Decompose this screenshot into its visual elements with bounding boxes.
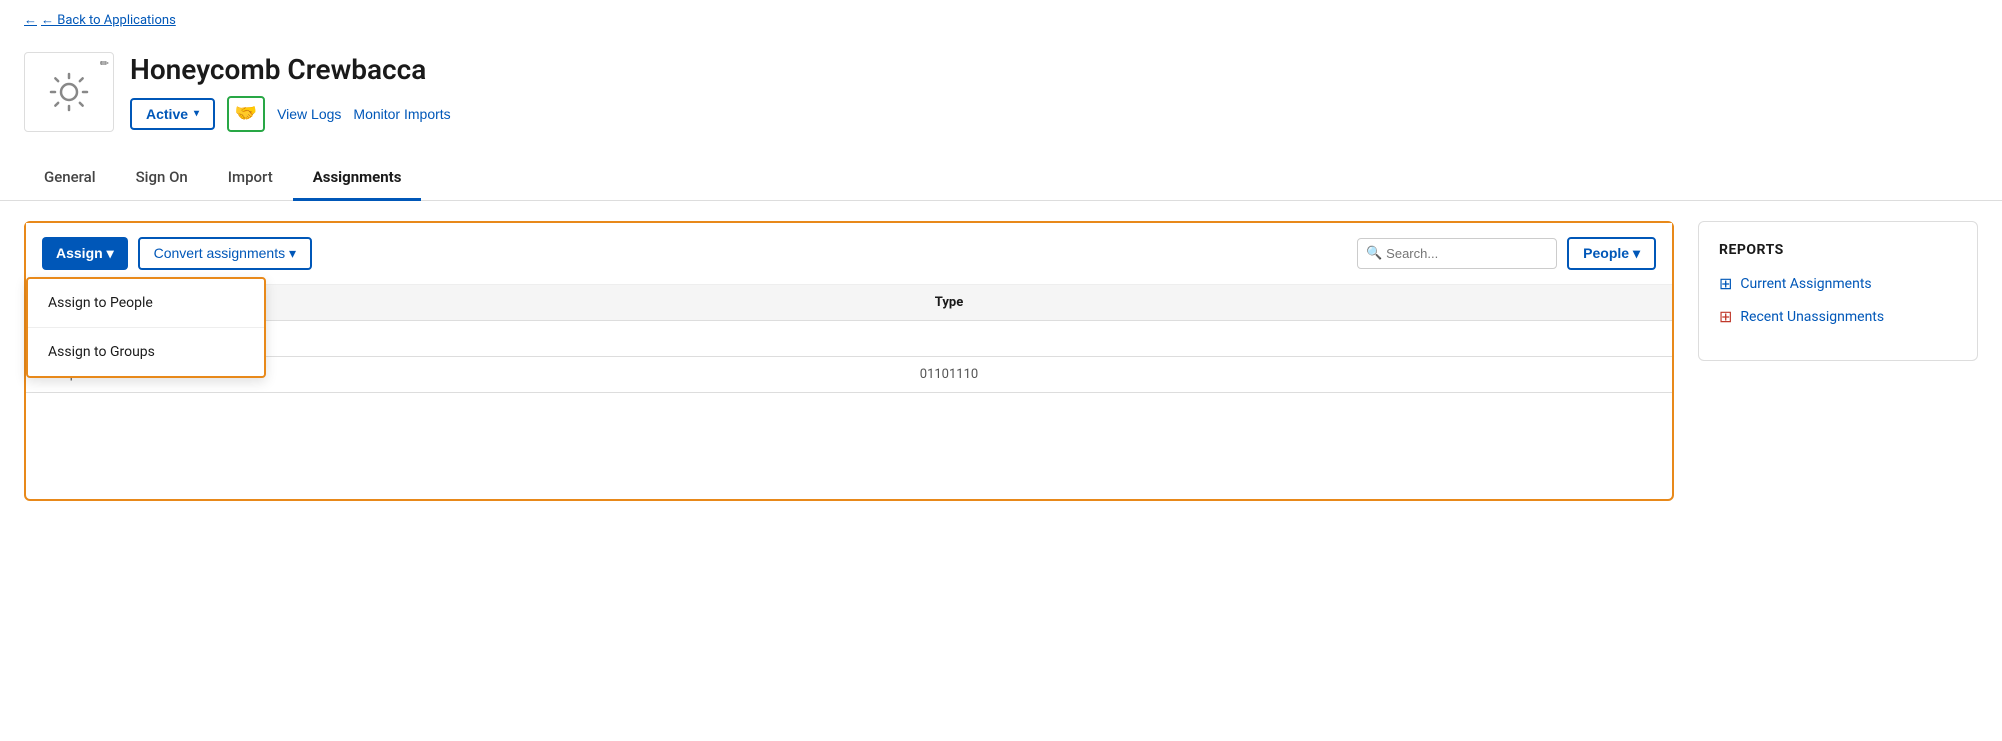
convert-label: Convert assignments ▾ [154,245,296,262]
handshake-button[interactable]: 🤝 [227,96,265,132]
app-header-info: Honeycomb Crewbacca Active ▾ 🤝 View Logs… [130,53,451,132]
assign-to-people-item[interactable]: Assign to People [28,279,264,328]
assign-label: Assign ▾ [56,245,114,262]
back-arrow-icon: ← [24,12,37,28]
search-icon: 🔍 [1366,246,1382,261]
back-nav-label: ← Back to Applications [41,12,176,28]
app-actions: Active ▾ 🤝 View Logs Monitor Imports [130,96,451,132]
app-icon-box: ✏ [24,52,114,132]
tab-assignments[interactable]: Assignments [293,156,422,201]
tabs-bar: General Sign On Import Assignments [0,156,2002,201]
row-value-1: 01101110 [242,367,1656,382]
table-row: Pe… [26,321,1672,357]
status-active-button[interactable]: Active ▾ [130,98,215,130]
convert-assignments-button[interactable]: Convert assignments ▾ [138,237,312,270]
reports-panel: REPORTS ⊞ Current Assignments ⊞ Recent U… [1698,221,1978,501]
table-header-row: Fi… Type [26,285,1672,321]
view-logs-button[interactable]: View Logs [277,106,341,122]
col-type-header: Type [242,295,1656,310]
status-active-label: Active [146,106,188,122]
current-assignments-item[interactable]: ⊞ Current Assignments [1719,274,1957,293]
assignments-panel: Assign ▾ Convert assignments ▾ 🔍 People … [24,221,1674,501]
people-label: People ▾ [1583,245,1640,262]
table-row: Groups 01101110 [26,357,1672,393]
assign-dropdown-menu: Assign to People Assign to Groups [26,277,266,378]
edit-icon-button[interactable]: ✏ [100,57,109,70]
handshake-icon: 🤝 [235,103,257,124]
chevron-down-icon: ▾ [194,108,199,119]
toolbar-row: Assign ▾ Convert assignments ▾ 🔍 People … [26,223,1672,285]
reports-title: REPORTS [1719,242,1957,258]
search-input-wrap: 🔍 [1357,238,1557,269]
recent-unassignments-icon: ⊞ [1719,307,1732,326]
tab-import[interactable]: Import [208,156,293,201]
assign-button[interactable]: Assign ▾ [42,237,128,270]
recent-unassignments-item[interactable]: ⊞ Recent Unassignments [1719,307,1957,326]
search-input[interactable] [1357,238,1557,269]
assign-to-groups-item[interactable]: Assign to Groups [28,328,264,376]
app-header: ✏ Honeycomb Crewbacca Active ▾ 🤝 View Lo… [0,40,2002,148]
back-to-applications[interactable]: ← ← Back to Applications [0,0,2002,40]
search-container: 🔍 People ▾ [1357,237,1656,270]
app-title: Honeycomb Crewbacca [130,53,451,86]
people-filter-button[interactable]: People ▾ [1567,237,1656,270]
current-assignments-link[interactable]: Current Assignments [1740,276,1871,292]
recent-unassignments-link[interactable]: Recent Unassignments [1740,309,1884,325]
tab-general[interactable]: General [24,156,116,201]
tab-sign-on[interactable]: Sign On [116,156,208,201]
main-content: Assign ▾ Convert assignments ▾ 🔍 People … [0,201,2002,521]
reports-box: REPORTS ⊞ Current Assignments ⊞ Recent U… [1698,221,1978,361]
table-area: Fi… Type Pe… Groups 01101110 [26,285,1672,393]
gear-icon [47,70,91,114]
current-assignments-icon: ⊞ [1719,274,1732,293]
monitor-imports-button[interactable]: Monitor Imports [353,106,450,122]
